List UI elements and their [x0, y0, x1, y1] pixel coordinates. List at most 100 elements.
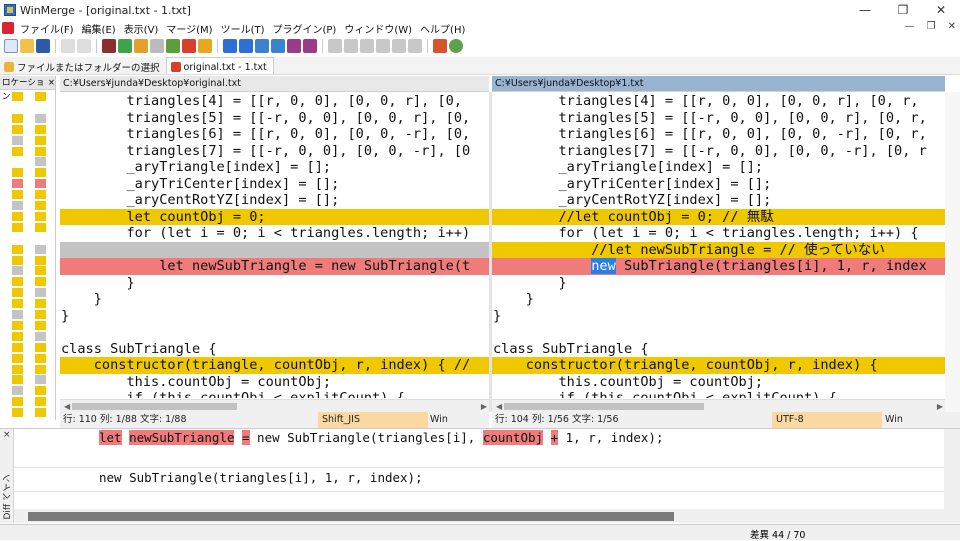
left-code-line[interactable]: _aryTriangle[index] = [];: [60, 159, 489, 176]
right-code-line[interactable]: new SubTriangle(triangles[i], 1, r, inde…: [492, 258, 945, 275]
diff-vertical-scrollbar[interactable]: [944, 429, 960, 523]
left-code-line[interactable]: }: [60, 275, 489, 292]
right-code-line[interactable]: triangles[6] = [[r, 0, 0], [0, 0, -r], […: [492, 126, 945, 143]
diff-pane[interactable]: × Diff ペイン let newSubTriangle = new SubT…: [0, 428, 960, 523]
left-code-line[interactable]: if (this.countObj < explitCount) {: [60, 390, 489, 398]
right-code-view[interactable]: triangles[4] = [[r, 0, 0], [0, 0, r], [0…: [492, 93, 945, 398]
right-code-line[interactable]: }: [492, 291, 945, 308]
right-code-line[interactable]: constructor(triangle, countObj, r, index…: [492, 357, 945, 374]
line-left-icon[interactable]: [328, 39, 342, 53]
doc-close-button[interactable]: ✕: [948, 21, 956, 32]
next-conflict-icon[interactable]: [198, 39, 212, 53]
restore-button[interactable]: ❐: [884, 0, 922, 20]
minimize-button[interactable]: —: [846, 0, 884, 20]
menu-edit[interactable]: 編集(E): [78, 21, 120, 36]
current-diff-icon[interactable]: [166, 39, 180, 53]
diff-horizontal-scrollbar[interactable]: [14, 509, 944, 523]
left-code-line[interactable]: class SubTriangle {: [60, 341, 489, 358]
left-code-line[interactable]: triangles[4] = [[r, 0, 0], [0, 0, r], [0…: [60, 93, 489, 110]
scrollbar-thumb[interactable]: [504, 403, 704, 410]
left-code-line[interactable]: triangles[7] = [[-r, 0, 0], [0, 0, -r], …: [60, 143, 489, 160]
left-code-line[interactable]: let newSubTriangle = new SubTriangle(t: [60, 258, 489, 275]
location-pane-close-icon[interactable]: ×: [48, 76, 55, 89]
copy-left-advance-icon[interactable]: [271, 39, 285, 53]
left-code-line[interactable]: constructor(triangle, countObj, r, index…: [60, 357, 489, 374]
last-diff-icon[interactable]: [182, 39, 196, 53]
left-file-pane[interactable]: C:¥Users¥junda¥Desktop¥original.txt tria…: [60, 76, 489, 412]
document-menu-icon[interactable]: [2, 22, 14, 34]
right-encoding[interactable]: UTF-8: [772, 412, 882, 428]
scroll-left-arrow-icon[interactable]: ◀: [496, 400, 502, 412]
scrollbar-thumb[interactable]: [72, 403, 237, 410]
right-code-line[interactable]: _aryCentRotYZ[index] = [];: [492, 192, 945, 209]
right-eol[interactable]: Win: [885, 412, 903, 428]
left-encoding[interactable]: Shift_JIS: [318, 412, 428, 428]
selected-text[interactable]: new: [591, 258, 616, 274]
left-eol[interactable]: Win: [430, 412, 448, 428]
right-code-line[interactable]: _aryTriangle[index] = [];: [492, 159, 945, 176]
left-code-line[interactable]: for (let i = 0; i < triangles.length; i+…: [60, 225, 489, 242]
menu-merge[interactable]: マージ(M): [162, 21, 216, 36]
scrollbar-thumb[interactable]: [28, 512, 674, 521]
left-code-line[interactable]: }: [60, 308, 489, 325]
left-code-line[interactable]: triangles[5] = [[-r, 0, 0], [0, 0, r], […: [60, 110, 489, 127]
doc-minimize-button[interactable]: —: [905, 21, 915, 32]
close-button[interactable]: ✕: [922, 0, 960, 20]
redo-icon[interactable]: [77, 39, 91, 53]
left-code-view[interactable]: triangles[4] = [[r, 0, 0], [0, 0, r], [0…: [60, 93, 489, 398]
left-code-line[interactable]: }: [60, 291, 489, 308]
save-icon[interactable]: [36, 39, 50, 53]
refresh-icon[interactable]: [449, 39, 463, 53]
left-code-line[interactable]: [60, 324, 489, 341]
sync-right-icon[interactable]: [408, 39, 422, 53]
tab-compare[interactable]: original.txt - 1.txt: [165, 57, 274, 74]
sync-left-icon[interactable]: [392, 39, 406, 53]
diff-pane-close-icon[interactable]: ×: [3, 430, 11, 440]
left-code-line[interactable]: _aryTriCenter[index] = [];: [60, 176, 489, 193]
block-left-icon[interactable]: [360, 39, 374, 53]
menu-plugins[interactable]: プラグイン(P): [269, 21, 341, 36]
copy-all-left-icon[interactable]: [303, 39, 317, 53]
right-code-line[interactable]: triangles[4] = [[r, 0, 0], [0, 0, r], [0…: [492, 93, 945, 110]
open-icon[interactable]: [20, 39, 34, 53]
menu-file[interactable]: ファイル(F): [16, 21, 78, 36]
prev-diff-icon[interactable]: [134, 39, 148, 53]
menu-window[interactable]: ウィンドウ(W): [340, 21, 416, 36]
right-horizontal-scrollbar[interactable]: ◀ ▶: [492, 399, 945, 412]
new-icon[interactable]: [4, 39, 18, 53]
right-code-line[interactable]: for (let i = 0; i < triangles.length; i+…: [492, 225, 945, 242]
right-code-line[interactable]: }: [492, 275, 945, 292]
filter-icon[interactable]: [102, 39, 116, 53]
copy-right-advance-icon[interactable]: [255, 39, 269, 53]
scroll-right-arrow-icon[interactable]: ▶: [937, 400, 943, 412]
next-diff-icon[interactable]: [118, 39, 132, 53]
options-icon[interactable]: [433, 39, 447, 53]
menu-tools[interactable]: ツール(T): [217, 21, 269, 36]
first-diff-icon[interactable]: [150, 39, 164, 53]
right-code-line[interactable]: }: [492, 308, 945, 325]
right-code-line[interactable]: _aryTriCenter[index] = [];: [492, 176, 945, 193]
doc-restore-button[interactable]: ❐: [927, 21, 936, 32]
line-right-icon[interactable]: [344, 39, 358, 53]
right-file-pane[interactable]: C:¥Users¥junda¥Desktop¥1.txt triangles[4…: [492, 76, 945, 412]
right-code-line[interactable]: class SubTriangle {: [492, 341, 945, 358]
right-code-line[interactable]: //let countObj = 0; // 無駄: [492, 208, 945, 225]
left-code-line[interactable]: triangles[6] = [[r, 0, 0], [0, 0, -r], […: [60, 126, 489, 143]
vertical-scrollbar[interactable]: [945, 92, 960, 412]
diff-left-line[interactable]: let newSubTriangle = new SubTriangle(tri…: [99, 430, 663, 446]
menu-help[interactable]: ヘルプ(H): [416, 21, 469, 36]
scroll-right-arrow-icon[interactable]: ▶: [481, 400, 487, 412]
right-code-line[interactable]: this.countObj = countObj;: [492, 374, 945, 391]
left-code-line[interactable]: _aryCentRotYZ[index] = [];: [60, 192, 489, 209]
left-code-line[interactable]: this.countObj = countObj;: [60, 374, 489, 391]
tab-select-files[interactable]: ファイルまたはフォルダーの選択: [0, 57, 166, 74]
block-right-icon[interactable]: [376, 39, 390, 53]
left-code-line[interactable]: [60, 241, 489, 258]
scroll-left-arrow-icon[interactable]: ◀: [64, 400, 70, 412]
undo-icon[interactable]: [61, 39, 75, 53]
location-bar-left[interactable]: [12, 92, 23, 420]
right-code-line[interactable]: [492, 324, 945, 341]
copy-left-icon[interactable]: [239, 39, 253, 53]
right-code-line[interactable]: triangles[5] = [[-r, 0, 0], [0, 0, r], […: [492, 110, 945, 127]
right-code-line[interactable]: triangles[7] = [[-r, 0, 0], [0, 0, -r], …: [492, 143, 945, 160]
